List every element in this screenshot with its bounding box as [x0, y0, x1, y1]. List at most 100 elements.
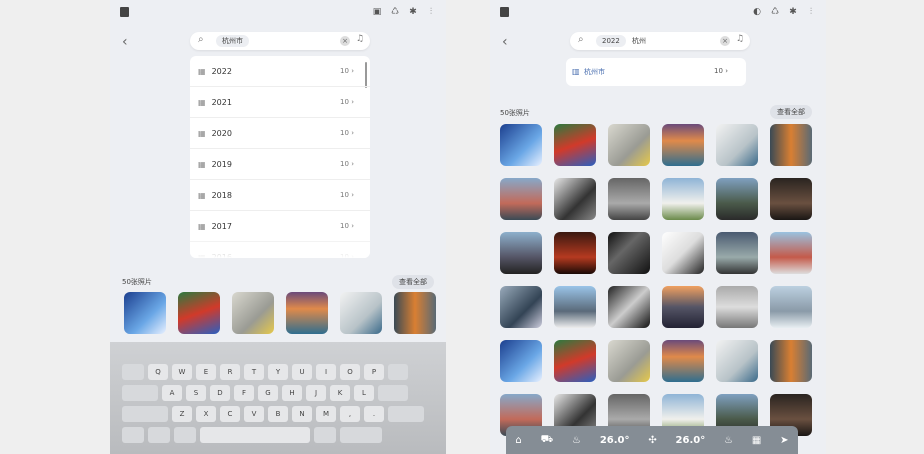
photo-thumbnail[interactable] [770, 124, 812, 166]
back-button[interactable]: ‹ [122, 34, 128, 50]
search-box[interactable]: ⌕ 2022 杭州 × ♫ [570, 32, 750, 50]
photo-thumbnail[interactable] [662, 178, 704, 220]
keyboard-key[interactable]: I [316, 364, 336, 380]
temperature-right[interactable]: 26.0° [676, 435, 706, 446]
keyboard-key[interactable]: Z [172, 406, 192, 422]
keyboard-key[interactable]: . [364, 406, 384, 422]
search-chip[interactable]: 2022 [596, 35, 626, 47]
keyboard-key[interactable]: T [244, 364, 264, 380]
photo-thumbnail[interactable] [500, 340, 542, 382]
keyboard-key[interactable]: V [244, 406, 264, 422]
keyboard-function-key[interactable] [378, 385, 408, 401]
clear-icon[interactable]: × [340, 36, 350, 46]
keyboard-key[interactable]: L [354, 385, 374, 401]
photo-thumbnail[interactable] [716, 232, 758, 274]
search-box[interactable]: ⌕ 杭州市 × ♫ [190, 32, 370, 50]
keyboard-function-key[interactable] [388, 364, 408, 380]
keyboard-key[interactable]: H [282, 385, 302, 401]
keyboard-key[interactable]: B [268, 406, 288, 422]
keyboard-key[interactable]: G [258, 385, 278, 401]
photo-thumbnail[interactable] [608, 178, 650, 220]
photo-thumbnail[interactable] [232, 292, 274, 334]
photo-thumbnail[interactable] [662, 124, 704, 166]
keyboard-key[interactable]: R [220, 364, 240, 380]
photo-thumbnail[interactable] [770, 178, 812, 220]
search-chip[interactable]: 杭州市 [216, 35, 249, 47]
year-row[interactable]: ▦ 2020 10 › [190, 118, 370, 149]
keyboard-function-key[interactable] [388, 406, 424, 422]
home-icon[interactable]: ⌂ [515, 435, 521, 446]
apps-icon[interactable]: ▦ [752, 435, 761, 446]
photo-thumbnail[interactable] [770, 340, 812, 382]
photo-thumbnail[interactable] [608, 124, 650, 166]
keyboard-function-key[interactable] [314, 427, 336, 443]
temperature-left[interactable]: 26.0° [600, 435, 630, 446]
keyboard-key[interactable]: U [292, 364, 312, 380]
photo-thumbnail[interactable] [554, 178, 596, 220]
photo-thumbnail[interactable] [662, 340, 704, 382]
microphone-icon[interactable]: ♫ [736, 34, 744, 44]
year-row[interactable]: ▦ 2019 10 › [190, 149, 370, 180]
year-row[interactable]: ▦ 2022 10 › [190, 56, 370, 87]
photo-thumbnail[interactable] [124, 292, 166, 334]
back-button[interactable]: ‹ [502, 34, 508, 50]
navigation-icon[interactable]: ➤ [780, 435, 788, 446]
result-row[interactable]: ▥ 杭州市 10 › [566, 58, 746, 86]
year-row[interactable]: ▦ 2021 10 › [190, 87, 370, 118]
keyboard-function-key[interactable] [340, 427, 382, 443]
photo-thumbnail[interactable] [770, 286, 812, 328]
photo-thumbnail[interactable] [286, 292, 328, 334]
keyboard-key[interactable]: X [196, 406, 216, 422]
year-row[interactable]: ▦ 2018 10 › [190, 180, 370, 211]
photo-thumbnail[interactable] [662, 286, 704, 328]
view-all-button[interactable]: 查看全部 [770, 105, 812, 119]
photo-thumbnail[interactable] [554, 286, 596, 328]
keyboard-function-key[interactable] [148, 427, 170, 443]
photo-thumbnail[interactable] [716, 286, 758, 328]
keyboard-key[interactable]: P [364, 364, 384, 380]
keyboard-key[interactable]: M [316, 406, 336, 422]
seat-heat-icon[interactable]: ♨ [572, 435, 581, 446]
photo-thumbnail[interactable] [340, 292, 382, 334]
photo-thumbnail[interactable] [500, 178, 542, 220]
photo-thumbnail[interactable] [500, 124, 542, 166]
view-all-button[interactable]: 查看全部 [392, 275, 434, 289]
photo-thumbnail[interactable] [500, 286, 542, 328]
keyboard-key[interactable]: O [340, 364, 360, 380]
microphone-icon[interactable]: ♫ [356, 34, 364, 44]
photo-thumbnail[interactable] [608, 232, 650, 274]
photo-thumbnail[interactable] [716, 124, 758, 166]
photo-thumbnail[interactable] [394, 292, 436, 334]
keyboard-key[interactable]: C [220, 406, 240, 422]
photo-thumbnail[interactable] [716, 340, 758, 382]
photo-thumbnail[interactable] [716, 178, 758, 220]
keyboard-key[interactable]: F [234, 385, 254, 401]
keyboard-key[interactable]: K [330, 385, 350, 401]
clear-icon[interactable]: × [720, 36, 730, 46]
keyboard-function-key[interactable] [122, 406, 168, 422]
keyboard-key[interactable]: E [196, 364, 216, 380]
photo-thumbnail[interactable] [554, 124, 596, 166]
photo-thumbnail[interactable] [554, 340, 596, 382]
car-icon[interactable]: ⛟ [541, 434, 554, 447]
photo-thumbnail[interactable] [662, 232, 704, 274]
photo-thumbnail[interactable] [608, 340, 650, 382]
keyboard-key[interactable]: , [340, 406, 360, 422]
keyboard-key[interactable]: J [306, 385, 326, 401]
keyboard-function-key[interactable] [122, 427, 144, 443]
photo-thumbnail[interactable] [608, 286, 650, 328]
keyboard-function-key[interactable] [174, 427, 196, 443]
photo-thumbnail[interactable] [178, 292, 220, 334]
keyboard-key[interactable]: D [210, 385, 230, 401]
photo-thumbnail[interactable] [554, 232, 596, 274]
keyboard-function-key[interactable] [122, 364, 144, 380]
keyboard-key[interactable]: Q [148, 364, 168, 380]
photo-thumbnail[interactable] [500, 232, 542, 274]
keyboard-key[interactable]: W [172, 364, 192, 380]
keyboard-function-key[interactable] [122, 385, 158, 401]
keyboard-key[interactable]: N [292, 406, 312, 422]
keyboard-key[interactable] [200, 427, 310, 443]
fan-icon[interactable]: ✣ [648, 435, 656, 446]
keyboard-key[interactable]: A [162, 385, 182, 401]
keyboard-key[interactable]: Y [268, 364, 288, 380]
